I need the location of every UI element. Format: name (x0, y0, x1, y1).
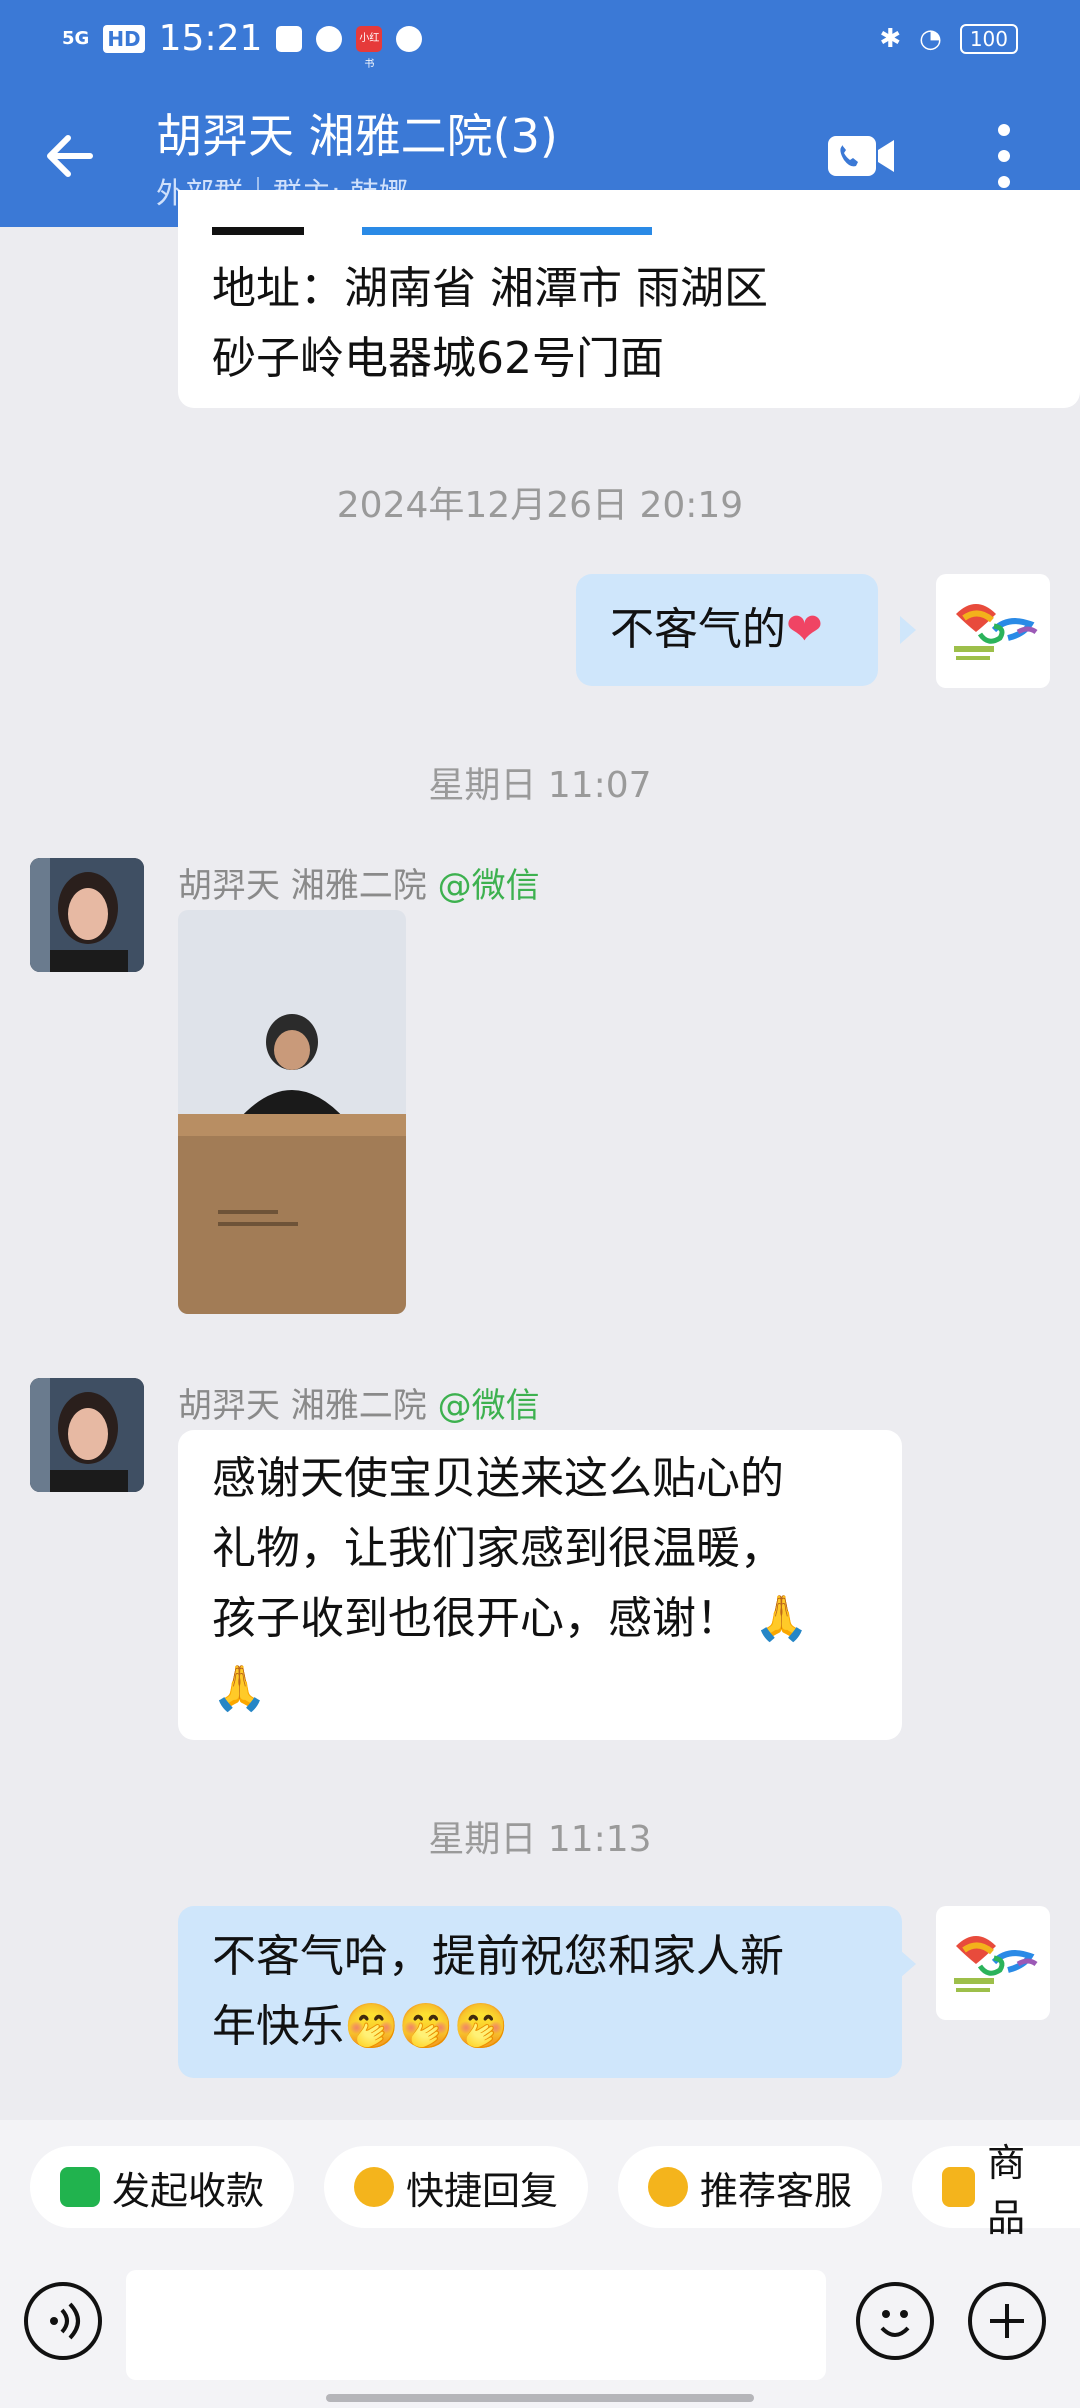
product-icon (942, 2167, 976, 2207)
pray-emoji: 🙏 (212, 1663, 267, 1714)
message-text: 孩子收到也很开心，感谢！ (212, 1593, 740, 1644)
sender-name: 胡羿天 湘雅二院 @微信 (178, 866, 540, 906)
more-options-icon[interactable] (994, 124, 1014, 188)
person-photo (30, 1378, 144, 1492)
status-bar: 5G HD 15:21 小红书 ✱ ◔ 100 (0, 0, 1080, 80)
message-text: 感谢天使宝贝送来这么贴心的 (212, 1453, 784, 1504)
photo-message[interactable] (178, 910, 406, 1314)
wechat-tag: @微信 (437, 866, 540, 906)
button-label: 快捷回复 (406, 2168, 559, 2213)
quick-reply-button[interactable]: 快捷回复 (324, 2146, 589, 2228)
hd-badge: HD (103, 24, 145, 53)
angel-logo-icon (954, 1936, 1038, 1992)
message-text: 砂子岭电器城62号门面 (212, 333, 664, 384)
network-indicator: 5G (62, 27, 90, 49)
play-icon (316, 25, 343, 52)
angel-logo-icon (954, 604, 1038, 660)
message-bubble-self[interactable]: 不客气哈，提前祝您和家人新 年快乐🤭🤭🤭 (178, 1906, 902, 2078)
self-avatar[interactable] (936, 1906, 1050, 2020)
message-bubble-address[interactable]: 地址：湖南省 湘潭市 雨湖区 砂子岭电器城62号门面 (178, 190, 1080, 408)
input-bar (0, 2260, 1080, 2408)
pray-emoji: 🙏 (754, 1593, 809, 1644)
message-text: 地址：湖南省 湘潭市 雨湖区 (212, 263, 768, 314)
voice-icon[interactable] (24, 2282, 102, 2360)
products-button[interactable]: 商品 (912, 2141, 1080, 2240)
message-bubble-self[interactable]: 不客气的❤ (576, 574, 878, 686)
bluetooth-icon: ✱ (879, 24, 902, 54)
person-photo (30, 858, 144, 972)
shy-emoji: 🤭🤭🤭 (344, 2001, 509, 2052)
payment-icon (60, 2167, 100, 2207)
heart-emoji: ❤ (786, 604, 823, 655)
message-text: 年快乐 (212, 2001, 344, 2052)
plus-icon[interactable] (968, 2282, 1046, 2360)
cutoff-line (212, 227, 652, 239)
check-icon (276, 25, 303, 52)
sender-avatar[interactable] (30, 1378, 144, 1492)
clock: 15:21 (158, 18, 263, 59)
app-badge-icon: 小红书 (356, 25, 383, 70)
home-indicator[interactable] (326, 2394, 754, 2402)
quick-action-bar: 发起收款 快捷回复 推荐客服 商品 (0, 2120, 1080, 2260)
chat-title: 胡羿天 湘雅二院(3) (156, 109, 558, 163)
timestamp: 2024年12月26日 20:19 (336, 485, 744, 526)
sender-avatar[interactable] (30, 858, 144, 972)
video-call-icon[interactable] (826, 134, 896, 178)
button-label: 商品 (987, 2141, 1026, 2240)
wedge (900, 1950, 916, 1978)
wifi-icon: ◔ (919, 24, 942, 54)
timestamp: 星期日 11:07 (428, 765, 652, 806)
message-text: 礼物，让我们家感到很温暖， (212, 1523, 784, 1574)
message-input[interactable] (126, 2270, 826, 2380)
battery-indicator: 100 (959, 24, 1018, 54)
chat-bubble-icon (648, 2167, 688, 2207)
quick-reply-icon (354, 2167, 394, 2207)
sender-name: 胡羿天 湘雅二院 @微信 (178, 1386, 540, 1426)
wechat-tag: @微信 (437, 1386, 540, 1426)
message-bubble-thanks[interactable]: 感谢天使宝贝送来这么贴心的 礼物，让我们家感到很温暖， 孩子收到也很开心，感谢！… (178, 1430, 902, 1740)
message-text: 不客气的 (610, 604, 786, 655)
button-label: 推荐客服 (700, 2168, 853, 2213)
wedge (900, 616, 916, 644)
photo-child-with-box (178, 910, 406, 1314)
message-text: 不客气哈，提前祝您和家人新 (212, 1931, 784, 1982)
emoji-icon[interactable] (856, 2282, 934, 2360)
back-arrow-icon[interactable] (40, 126, 100, 186)
button-label: 发起收款 (112, 2168, 265, 2213)
self-avatar[interactable] (936, 574, 1050, 688)
leaf-icon (396, 25, 423, 52)
timestamp: 星期日 11:13 (428, 1819, 652, 1860)
recommend-service-button[interactable]: 推荐客服 (618, 2146, 883, 2228)
collect-payment-button[interactable]: 发起收款 (30, 2146, 295, 2228)
